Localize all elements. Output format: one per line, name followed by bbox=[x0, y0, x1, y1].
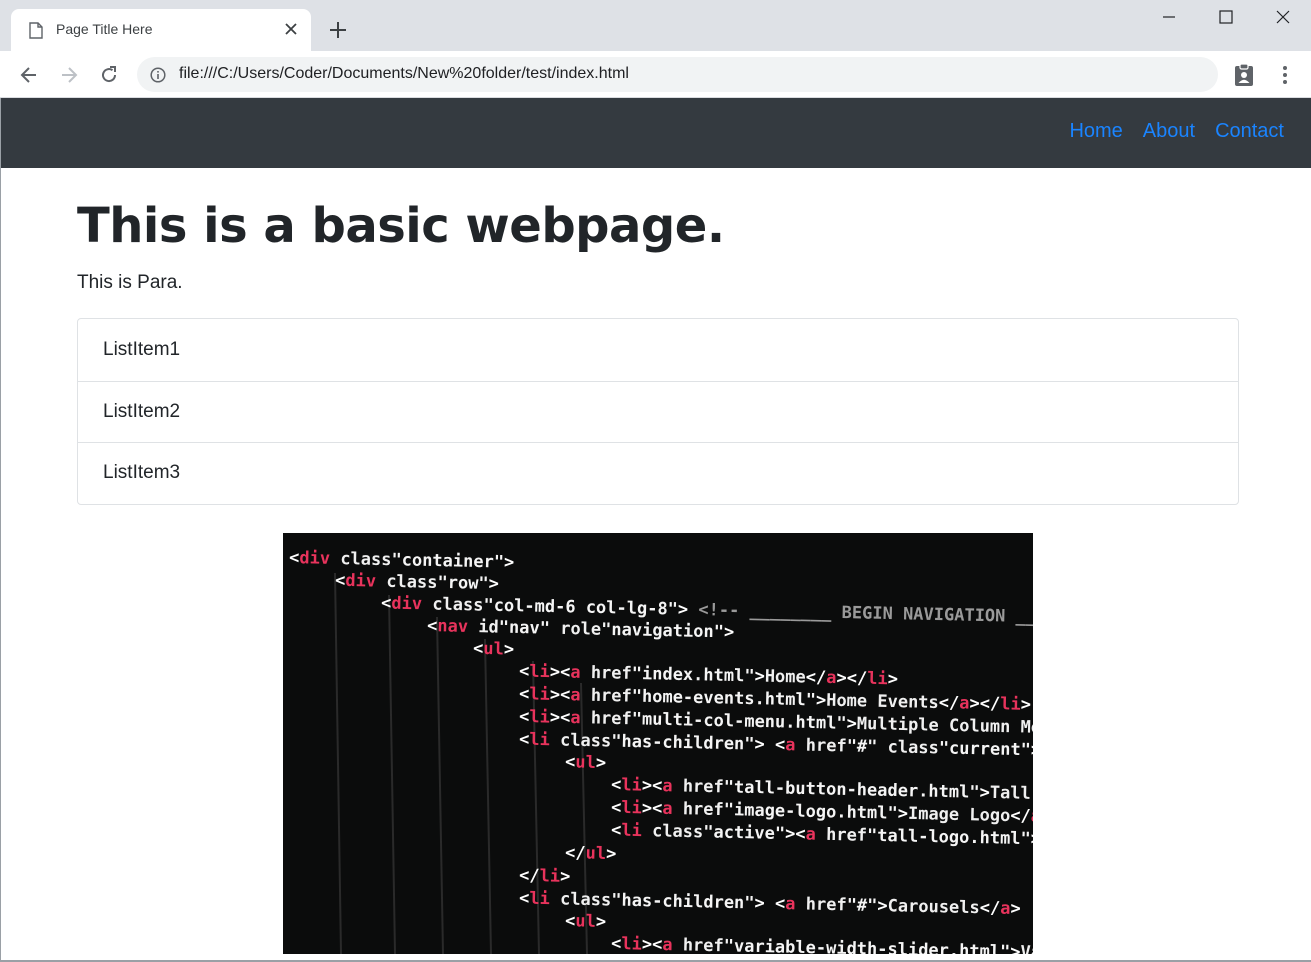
maximize-icon bbox=[1219, 10, 1233, 24]
minimize-button[interactable] bbox=[1140, 0, 1198, 34]
forward-button[interactable] bbox=[57, 63, 81, 87]
arrow-left-icon bbox=[20, 67, 36, 83]
arrow-right-icon bbox=[62, 67, 78, 83]
url-text[interactable]: file:///C:/Users/Coder/Documents/New%20f… bbox=[179, 65, 629, 83]
nav-links: Home About Contact bbox=[1069, 120, 1284, 143]
back-button[interactable] bbox=[17, 63, 41, 87]
info-icon[interactable] bbox=[150, 67, 166, 83]
nav-link-about[interactable]: About bbox=[1143, 120, 1195, 143]
navbar: Home About Contact bbox=[1, 98, 1311, 168]
tab-title: Page Title Here bbox=[56, 21, 153, 37]
close-window-button[interactable] bbox=[1254, 0, 1311, 34]
code-line: </li> bbox=[519, 866, 571, 887]
indent-guide bbox=[334, 572, 342, 954]
indent-guide bbox=[484, 638, 492, 954]
code-line: <div class"row"> bbox=[335, 571, 499, 594]
code-line: <li><a href"variable-width-slider.html">… bbox=[611, 934, 1033, 954]
list-item-3: ListItem3 bbox=[78, 442, 1238, 504]
webpage: Home About Contact This is a basic webpa… bbox=[0, 98, 1311, 962]
code-line: </ul> bbox=[565, 843, 617, 864]
reload-icon bbox=[102, 66, 117, 83]
nav-link-contact[interactable]: Contact bbox=[1215, 120, 1284, 143]
code-line: <ul> bbox=[565, 911, 606, 932]
document-icon bbox=[29, 22, 43, 39]
minimize-icon bbox=[1163, 16, 1175, 18]
code-line: <div class"container"> bbox=[289, 548, 515, 573]
tab-strip: Page Title Here bbox=[0, 0, 1311, 51]
more-vert-icon[interactable] bbox=[1276, 63, 1294, 87]
browser-toolbar: file:///C:/Users/Coder/Documents/New%20f… bbox=[0, 51, 1311, 98]
page-heading: This is a basic webpage. bbox=[77, 198, 725, 254]
list-item-1: ListItem1 bbox=[103, 338, 181, 360]
close-icon bbox=[1276, 10, 1290, 24]
code-screenshot-image: <div class"container"> <div class"row"> <d… bbox=[283, 533, 1033, 954]
list-item-2: ListItem2 bbox=[78, 380, 1238, 443]
code-line: <ul> bbox=[565, 752, 606, 773]
nav-link-home[interactable]: Home bbox=[1069, 120, 1122, 143]
browser-tab[interactable]: Page Title Here bbox=[11, 9, 311, 51]
indent-guide bbox=[436, 616, 444, 954]
code-line: <ul> bbox=[473, 639, 514, 660]
paragraph: This is Para. bbox=[77, 272, 183, 293]
reload-button[interactable] bbox=[97, 63, 121, 87]
new-tab-icon[interactable] bbox=[328, 20, 348, 40]
code-image-canvas: <div class"container"><div class"row"><d… bbox=[289, 548, 1033, 954]
close-tab-icon[interactable] bbox=[283, 21, 299, 37]
maximize-button[interactable] bbox=[1197, 0, 1255, 34]
indent-guide bbox=[532, 660, 540, 954]
list-group: ListItem1 ListItem2 ListItem3 bbox=[77, 318, 1239, 505]
indent-guide bbox=[388, 594, 396, 954]
address-bar[interactable]: file:///C:/Users/Coder/Documents/New%20f… bbox=[137, 57, 1218, 92]
clipboard-account-icon[interactable] bbox=[1233, 63, 1255, 87]
